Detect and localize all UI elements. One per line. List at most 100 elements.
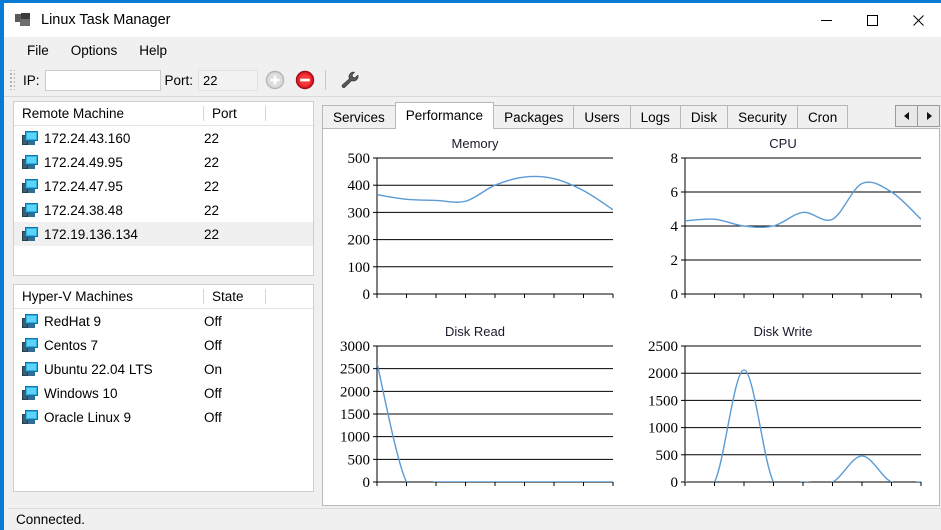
- port-input[interactable]: [198, 70, 258, 91]
- list-item[interactable]: 172.24.49.95 22: [14, 150, 313, 174]
- status-bar: Connected.: [8, 508, 941, 530]
- tab-security[interactable]: Security: [727, 105, 798, 128]
- chart-plot: 05001000150020002500: [639, 340, 927, 499]
- remote-machine-port: 22: [204, 179, 266, 194]
- tab-logs[interactable]: Logs: [630, 105, 681, 128]
- list-item[interactable]: 172.24.38.48 22: [14, 198, 313, 222]
- svg-text:100: 100: [348, 260, 371, 276]
- monitor-icon: [22, 227, 38, 241]
- remote-machine-name: 172.24.47.95: [44, 179, 123, 194]
- window-controls: [803, 3, 941, 37]
- tab-performance[interactable]: Performance: [395, 102, 494, 129]
- svg-text:1000: 1000: [340, 430, 370, 446]
- svg-text:2500: 2500: [340, 362, 370, 378]
- toolbar-grip[interactable]: [8, 70, 15, 90]
- svg-text:400: 400: [348, 178, 371, 194]
- remote-machine-name: 172.19.136.134: [44, 227, 138, 242]
- close-icon[interactable]: [895, 3, 941, 37]
- svg-text:1500: 1500: [340, 407, 370, 423]
- chart-title: CPU: [639, 135, 927, 152]
- list-item[interactable]: 172.24.47.95 22: [14, 174, 313, 198]
- chart-plot: 0100200300400500: [331, 152, 619, 311]
- tab-cron[interactable]: Cron: [797, 105, 848, 128]
- svg-text:1000: 1000: [648, 421, 678, 437]
- list-item-selected[interactable]: 172.19.136.134 22: [14, 222, 313, 246]
- remote-machines-list[interactable]: Remote Machine Port 172.24.43.160 22 172…: [13, 101, 314, 276]
- svg-text:3000: 3000: [340, 340, 370, 355]
- svg-text:8: 8: [671, 152, 679, 167]
- wrench-icon[interactable]: [337, 67, 363, 93]
- triangle-left-icon[interactable]: [896, 106, 917, 126]
- list-item[interactable]: Ubuntu 22.04 LTS On: [14, 357, 313, 381]
- list-item[interactable]: Windows 10 Off: [14, 381, 313, 405]
- menu-bar: File Options Help: [4, 37, 941, 64]
- remove-circle-icon[interactable]: [292, 67, 318, 93]
- chart-disk-write: Disk Write 05001000150020002500: [631, 317, 939, 505]
- right-panel: Services Performance Packages Users Logs…: [319, 97, 941, 511]
- tab-packages[interactable]: Packages: [493, 105, 574, 128]
- svg-text:6: 6: [671, 185, 679, 201]
- remote-machines-header: Remote Machine Port: [14, 102, 313, 126]
- remote-machine-port: 22: [204, 131, 266, 146]
- list-item[interactable]: Oracle Linux 9 Off: [14, 405, 313, 429]
- column-header-hyperv-machines[interactable]: Hyper-V Machines: [14, 289, 204, 304]
- monitor-icon: [22, 314, 38, 328]
- menu-item-options[interactable]: Options: [60, 39, 129, 62]
- column-header-remote-machine[interactable]: Remote Machine: [14, 106, 204, 121]
- svg-text:4: 4: [671, 219, 679, 235]
- chart-title: Disk Read: [331, 323, 619, 340]
- chart-plot: 02468: [639, 152, 927, 311]
- tab-strip: Services Performance Packages Users Logs…: [322, 102, 940, 129]
- remote-machine-port: 22: [204, 155, 266, 170]
- svg-text:2: 2: [671, 253, 679, 269]
- column-header-port[interactable]: Port: [204, 106, 266, 121]
- hyperv-machine-name: RedHat 9: [44, 314, 101, 329]
- svg-text:2000: 2000: [340, 384, 370, 400]
- title-bar: Linux Task Manager: [4, 3, 941, 37]
- ip-input[interactable]: [45, 70, 161, 91]
- remote-machines-rows: 172.24.43.160 22 172.24.49.95 22 172.24.…: [14, 126, 313, 246]
- list-item[interactable]: Centos 7 Off: [14, 333, 313, 357]
- monitor-icon: [22, 131, 38, 145]
- tab-users[interactable]: Users: [573, 105, 630, 128]
- chart-memory: Memory 0100200300400500: [323, 129, 631, 317]
- hyperv-machines-list[interactable]: Hyper-V Machines State RedHat 9 Off Cent…: [13, 284, 314, 492]
- add-circle-icon[interactable]: [262, 67, 288, 93]
- monitor-icon: [22, 410, 38, 424]
- column-header-filler: [266, 289, 313, 304]
- svg-text:0: 0: [671, 475, 679, 491]
- svg-text:0: 0: [363, 287, 371, 303]
- hyperv-machine-state: Off: [204, 386, 266, 401]
- list-item[interactable]: 172.24.43.160 22: [14, 126, 313, 150]
- port-label: Port:: [165, 73, 194, 88]
- minimize-icon[interactable]: [803, 3, 849, 37]
- remote-machine-port: 22: [204, 227, 266, 242]
- maximize-icon[interactable]: [849, 3, 895, 37]
- remote-machine-port: 22: [204, 203, 266, 218]
- list-item[interactable]: RedHat 9 Off: [14, 309, 313, 333]
- svg-text:300: 300: [348, 205, 371, 221]
- application-window: Linux Task Manager File Options Help IP:…: [0, 0, 941, 530]
- hyperv-machine-state: Off: [204, 338, 266, 353]
- svg-text:500: 500: [348, 452, 371, 468]
- svg-text:200: 200: [348, 233, 371, 249]
- tab-services[interactable]: Services: [322, 105, 396, 128]
- tab-disk[interactable]: Disk: [680, 105, 728, 128]
- svg-text:1500: 1500: [648, 393, 678, 409]
- left-panel: Remote Machine Port 172.24.43.160 22 172…: [8, 97, 319, 511]
- monitor-icon: [22, 386, 38, 400]
- ip-label: IP:: [23, 73, 40, 88]
- menu-item-file[interactable]: File: [16, 39, 60, 62]
- svg-text:2500: 2500: [648, 340, 678, 355]
- svg-text:2000: 2000: [648, 366, 678, 382]
- column-header-state[interactable]: State: [204, 289, 266, 304]
- chart-title: Disk Write: [639, 323, 927, 340]
- window-title: Linux Task Manager: [41, 12, 171, 28]
- tool-bar: IP: Port:: [4, 64, 941, 97]
- hyperv-machine-name: Windows 10: [44, 386, 118, 401]
- charts-grid: Memory 0100200300400500 CPU 02468 Disk R…: [323, 129, 939, 505]
- status-text: Connected.: [16, 512, 85, 527]
- triangle-right-icon[interactable]: [917, 106, 939, 126]
- menu-item-help[interactable]: Help: [128, 39, 178, 62]
- hyperv-machine-name: Oracle Linux 9: [44, 410, 131, 425]
